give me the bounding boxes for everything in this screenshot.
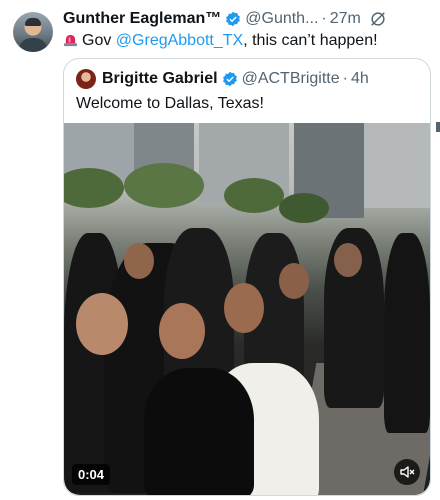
verified-badge-icon xyxy=(222,71,237,87)
crowd-person xyxy=(384,233,430,433)
tweet-text: Gov @GregAbbott_TX, this can’t happen! xyxy=(63,30,428,51)
quoted-text: Welcome to Dallas, Texas! xyxy=(76,95,264,112)
crowd-head xyxy=(124,243,154,279)
quoted-author-avatar[interactable] xyxy=(76,69,96,89)
tweet-time[interactable]: 27m xyxy=(330,10,361,28)
quoted-header: Brigitte Gabriel @ACTBrigitte · 4h xyxy=(76,69,369,89)
crowd-head xyxy=(159,303,205,359)
verified-badge-icon xyxy=(226,11,241,27)
crowd-head xyxy=(224,283,264,333)
avatar-cap xyxy=(25,18,41,26)
crowd-head xyxy=(334,243,362,277)
tweet-text-suffix: , this can’t happen! xyxy=(243,32,378,49)
quoted-time[interactable]: 4h xyxy=(351,70,369,88)
background-tree xyxy=(224,178,284,213)
background-tree xyxy=(124,163,204,208)
scrollbar-thumb[interactable] xyxy=(436,122,440,132)
mention-link[interactable]: @GregAbbott_TX xyxy=(116,32,243,49)
crowd-head xyxy=(279,263,309,299)
video-player[interactable]: 0:04 xyxy=(64,123,430,495)
author-name[interactable]: Gunther Eagleman™ xyxy=(63,10,221,28)
muted-speaker-icon xyxy=(400,466,415,478)
author-handle[interactable]: @Gunth... xyxy=(245,10,318,28)
tweet-header: Gunther Eagleman™ @Gunth... · 27m xyxy=(63,8,428,30)
mute-button[interactable] xyxy=(394,459,420,485)
separator-dot: · xyxy=(342,70,348,87)
background-building xyxy=(364,123,430,208)
separator-dot: · xyxy=(321,10,327,27)
background-tree xyxy=(279,193,329,223)
crowd-head xyxy=(76,293,128,355)
tweet-text-prefix: Gov xyxy=(82,32,116,49)
crowd-person xyxy=(144,368,254,495)
quoted-tweet[interactable]: Brigitte Gabriel @ACTBrigitte · 4h Welco… xyxy=(63,58,431,496)
background-tree xyxy=(64,168,124,208)
video-duration: 0:04 xyxy=(72,464,111,485)
quoted-author-handle[interactable]: @ACTBrigitte xyxy=(242,70,340,88)
author-avatar[interactable] xyxy=(13,12,53,52)
avatar-shirt xyxy=(19,38,47,52)
siren-emoji-icon xyxy=(63,34,78,47)
grok-icon[interactable] xyxy=(369,10,387,28)
quoted-author-name[interactable]: Brigitte Gabriel xyxy=(102,70,218,88)
